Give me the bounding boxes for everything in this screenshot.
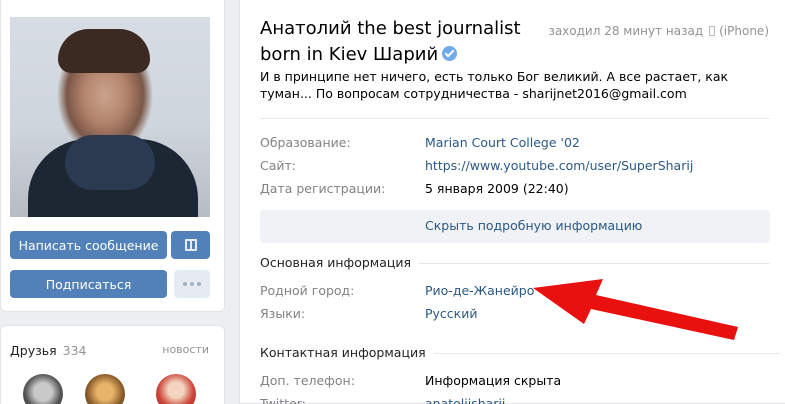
registration-value: 5 января 2009 (22:40) — [425, 181, 569, 196]
site-label: Сайт: — [260, 158, 297, 173]
education-label: Образование: — [260, 135, 351, 150]
profile-info-card: Анатолий the best journalist born in Kie… — [239, 0, 785, 404]
education-link[interactable]: Marian Court College '02 — [425, 133, 580, 153]
profile-name: Анатолий the best journalist born in Kie… — [260, 16, 560, 68]
languages-link[interactable]: Русский — [425, 304, 477, 324]
hometown-link[interactable]: Рио-де-Жанейро — [425, 281, 534, 301]
mobile-phone-icon — [709, 26, 716, 36]
photo-hair-shape — [58, 29, 150, 73]
info-row-hometown: Родной город: Рио-де-Жанейро — [260, 281, 770, 301]
section-divider — [420, 353, 780, 354]
info-row-languages: Языки: Русский — [260, 304, 770, 324]
online-status-text: заходил 28 минут назад — [548, 24, 704, 38]
twitter-label: Twitter: — [260, 396, 306, 404]
registration-label: Дата регистрации: — [260, 181, 386, 196]
info-row-phone: Доп. телефон: Информация скрыта — [260, 371, 770, 391]
friends-title: Друзья — [10, 343, 57, 358]
info-row-education: Образование: Marian Court College '02 — [260, 133, 770, 153]
section-title-main: Основная информация — [260, 255, 420, 270]
friend-avatar[interactable] — [23, 374, 63, 404]
photo-scarf-shape — [65, 135, 155, 190]
info-row-site: Сайт: https://www.youtube.com/user/Super… — [260, 156, 770, 176]
profile-side-card: Написать сообщение Подписаться — [0, 0, 225, 312]
profile-photo[interactable] — [10, 17, 210, 217]
friend-avatar[interactable] — [156, 374, 196, 404]
subscribe-button[interactable]: Подписаться — [10, 270, 167, 298]
friend-avatar[interactable] — [85, 374, 125, 404]
more-dots-icon — [183, 282, 201, 286]
info-row-registration: Дата регистрации: 5 января 2009 (22:40) — [260, 179, 770, 199]
friends-count: 334 — [62, 343, 87, 358]
section-title-contacts: Контактная информация — [260, 345, 434, 360]
send-message-button[interactable]: Написать сообщение — [10, 231, 167, 259]
send-gift-button[interactable] — [171, 231, 210, 259]
friends-header[interactable]: Друзья 334 — [10, 343, 87, 358]
info-row-twitter: Twitter: anatoliisharii — [260, 394, 770, 404]
hide-details-button[interactable]: Скрыть подробную информацию — [260, 210, 770, 243]
hometown-label: Родной город: — [260, 283, 355, 298]
phone-value: Информация скрыта — [425, 373, 562, 388]
verified-icon[interactable] — [442, 46, 458, 61]
online-device: (iPhone) — [719, 24, 769, 38]
online-status: заходил 28 минут назад (iPhone) — [548, 24, 769, 38]
friends-news-link[interactable]: новости — [162, 343, 209, 356]
twitter-link[interactable]: anatoliisharii — [425, 394, 505, 404]
hide-details-label: Скрыть подробную информацию — [425, 218, 643, 233]
section-divider — [410, 263, 770, 264]
phone-label: Доп. телефон: — [260, 373, 355, 388]
friends-card: Друзья 334 новости — [0, 325, 225, 404]
profile-status: И в принципе нет ничего, есть только Бог… — [260, 69, 729, 101]
languages-label: Языки: — [260, 306, 306, 321]
gift-icon — [184, 239, 197, 251]
divider — [260, 118, 770, 119]
more-actions-button[interactable] — [174, 270, 210, 298]
profile-name-text: Анатолий the best journalist born in Kie… — [260, 18, 521, 65]
site-link[interactable]: https://www.youtube.com/user/SuperSharij — [425, 156, 693, 176]
